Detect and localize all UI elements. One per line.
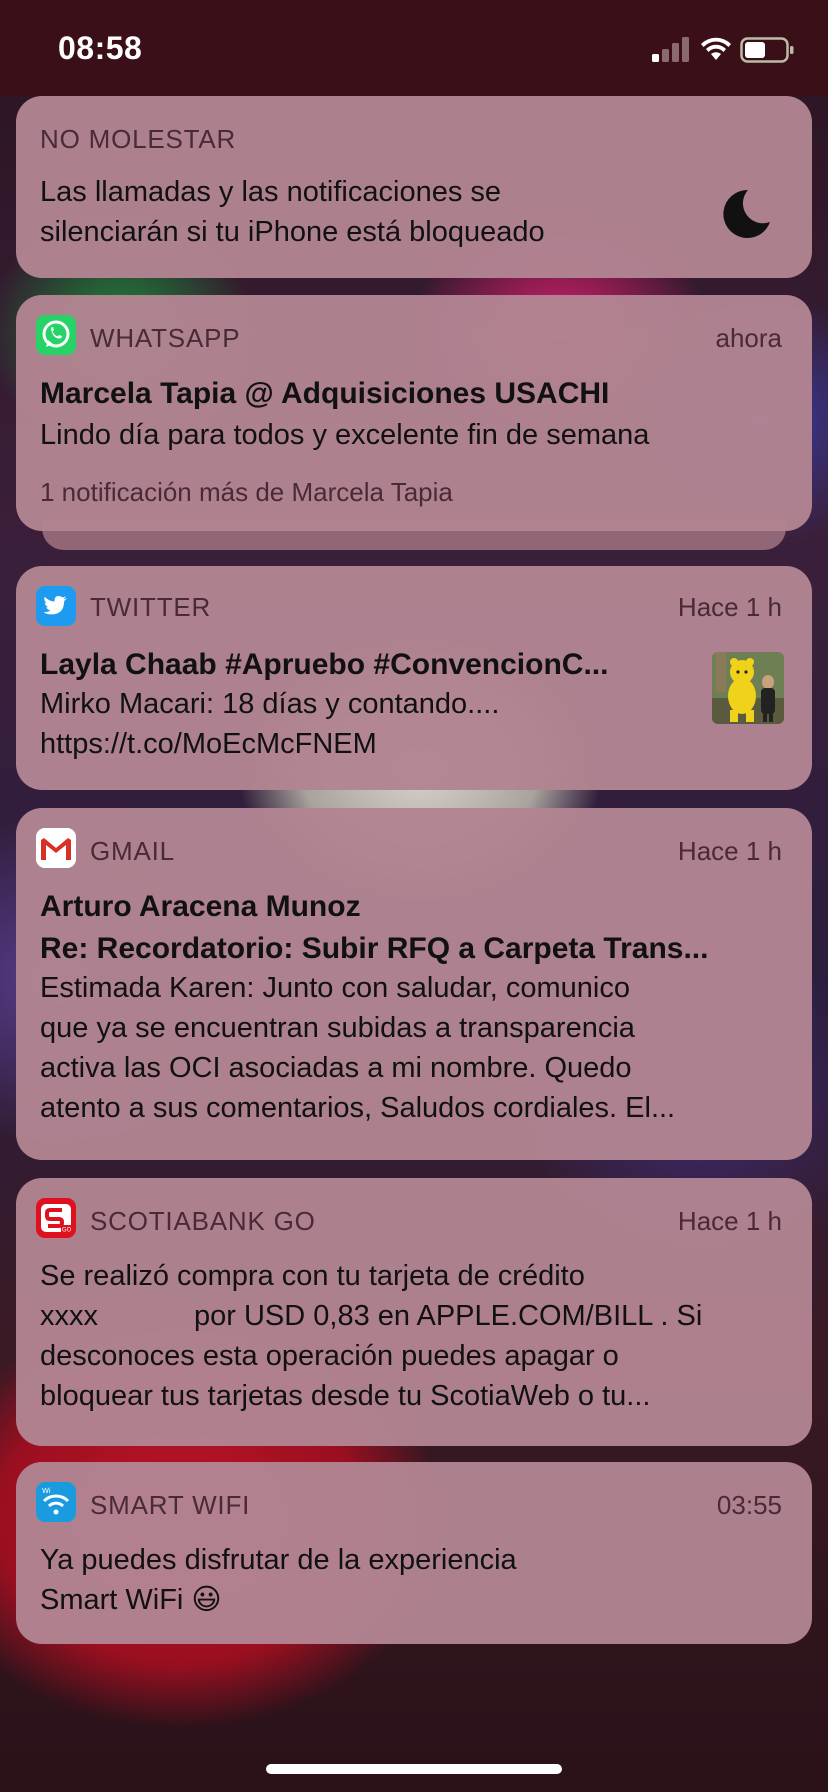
gmail-app-name: GMAIL <box>90 836 175 866</box>
scotiabank-time: Hace 1 h <box>677 1206 782 1236</box>
dnd-text-line1: Las llamadas y las notificaciones se <box>40 176 502 208</box>
whatsapp-body: Lindo día para todos y excelente fin de … <box>40 419 650 451</box>
whatsapp-more-text[interactable]: 1 notificación más de Marcela Tapia <box>40 477 453 508</box>
gmail-body-line4: atento a sus comentarios, Saludos cordia… <box>40 1092 676 1124</box>
smart-wifi-app-name: SMART WIFI <box>90 1490 251 1520</box>
do-not-disturb-card[interactable]: NO MOLESTAR Las llamadas y las notificac… <box>16 96 812 278</box>
status-bar: 08:58 <box>0 0 828 96</box>
whatsapp-title: Marcela Tapia @ Adquisiciones USACHI <box>40 377 610 410</box>
scotiabank-body-line4: bloquear tus tarjetas desde tu ScotiaWeb… <box>40 1380 651 1412</box>
battery-icon <box>740 37 794 63</box>
smart-wifi-time: 03:55 <box>716 1490 782 1520</box>
smart-wifi-body-line2: Smart WiFi 😃 <box>40 1584 222 1616</box>
cellular-signal-icon <box>652 37 689 62</box>
scotiabank-icon: GO <box>36 1198 76 1238</box>
whatsapp-icon <box>36 315 76 355</box>
scotiabank-body-line2a: xxxx <box>40 1300 98 1332</box>
tweet-thumbnail-image[interactable] <box>712 652 784 724</box>
wifi-icon <box>701 37 731 60</box>
notification-smart-wifi[interactable]: Wi SMART WIFI 03:55 Ya puedes disfrutar … <box>16 1462 812 1644</box>
notification-scotiabank[interactable]: GO SCOTIABANK GO Hace 1 h Se realizó com… <box>16 1178 812 1446</box>
twitter-body-line1: Mirko Macari: 18 días y contando.... <box>40 688 500 720</box>
scotiabank-body-line3: desconoces esta operación puedes apagar … <box>40 1340 619 1372</box>
notification-whatsapp[interactable]: WHATSAPP ahora Marcela Tapia @ Adquisici… <box>16 295 812 531</box>
gmail-sender: Arturo Aracena Munoz <box>40 890 361 923</box>
notification-twitter[interactable]: TWITTER Hace 1 h Layla Chaab #Apruebo #C… <box>16 566 812 790</box>
dnd-header: NO MOLESTAR <box>40 124 237 154</box>
twitter-time: Hace 1 h <box>677 592 782 622</box>
gmail-body-line2: que ya se encuentran subidas a transpare… <box>40 1012 635 1044</box>
gmail-body-line1: Estimada Karen: Junto con saludar, comun… <box>40 972 630 1004</box>
dnd-text-line2: silenciarán si tu iPhone está bloqueado <box>40 216 545 248</box>
gmail-subject: Re: Recordatorio: Subir RFQ a Carpeta Tr… <box>40 932 709 965</box>
svg-text:GO: GO <box>62 1227 72 1234</box>
smart-wifi-body-line1: Ya puedes disfrutar de la experiencia <box>40 1544 517 1576</box>
notification-gmail[interactable]: GMAIL Hace 1 h Arturo Aracena Munoz Re: … <box>16 808 812 1160</box>
status-time: 08:58 <box>58 30 143 66</box>
svg-text:Wi: Wi <box>42 1487 51 1495</box>
gmail-icon <box>36 828 76 868</box>
whatsapp-app-name: WHATSAPP <box>90 323 241 353</box>
twitter-body-line2: https://t.co/MoEcMcFNEM <box>40 728 377 760</box>
gmail-time: Hace 1 h <box>677 836 782 866</box>
scotiabank-app-name: SCOTIABANK GO <box>90 1206 316 1236</box>
whatsapp-time: ahora <box>715 323 783 353</box>
twitter-app-name: TWITTER <box>90 592 212 622</box>
smart-wifi-icon: Wi <box>36 1482 76 1522</box>
scotiabank-body-line1: Se realizó compra con tu tarjeta de créd… <box>40 1260 585 1292</box>
twitter-icon <box>36 586 76 626</box>
scotiabank-body-line2b: por USD 0,83 en APPLE.COM/BILL . Si <box>194 1300 703 1332</box>
home-indicator[interactable] <box>266 1764 562 1774</box>
moon-icon <box>723 189 770 238</box>
gmail-body-line3: activa las OCI asociadas a mi nombre. Qu… <box>40 1052 632 1084</box>
twitter-title: Layla Chaab #Apruebo #ConvencionC... <box>40 648 609 681</box>
